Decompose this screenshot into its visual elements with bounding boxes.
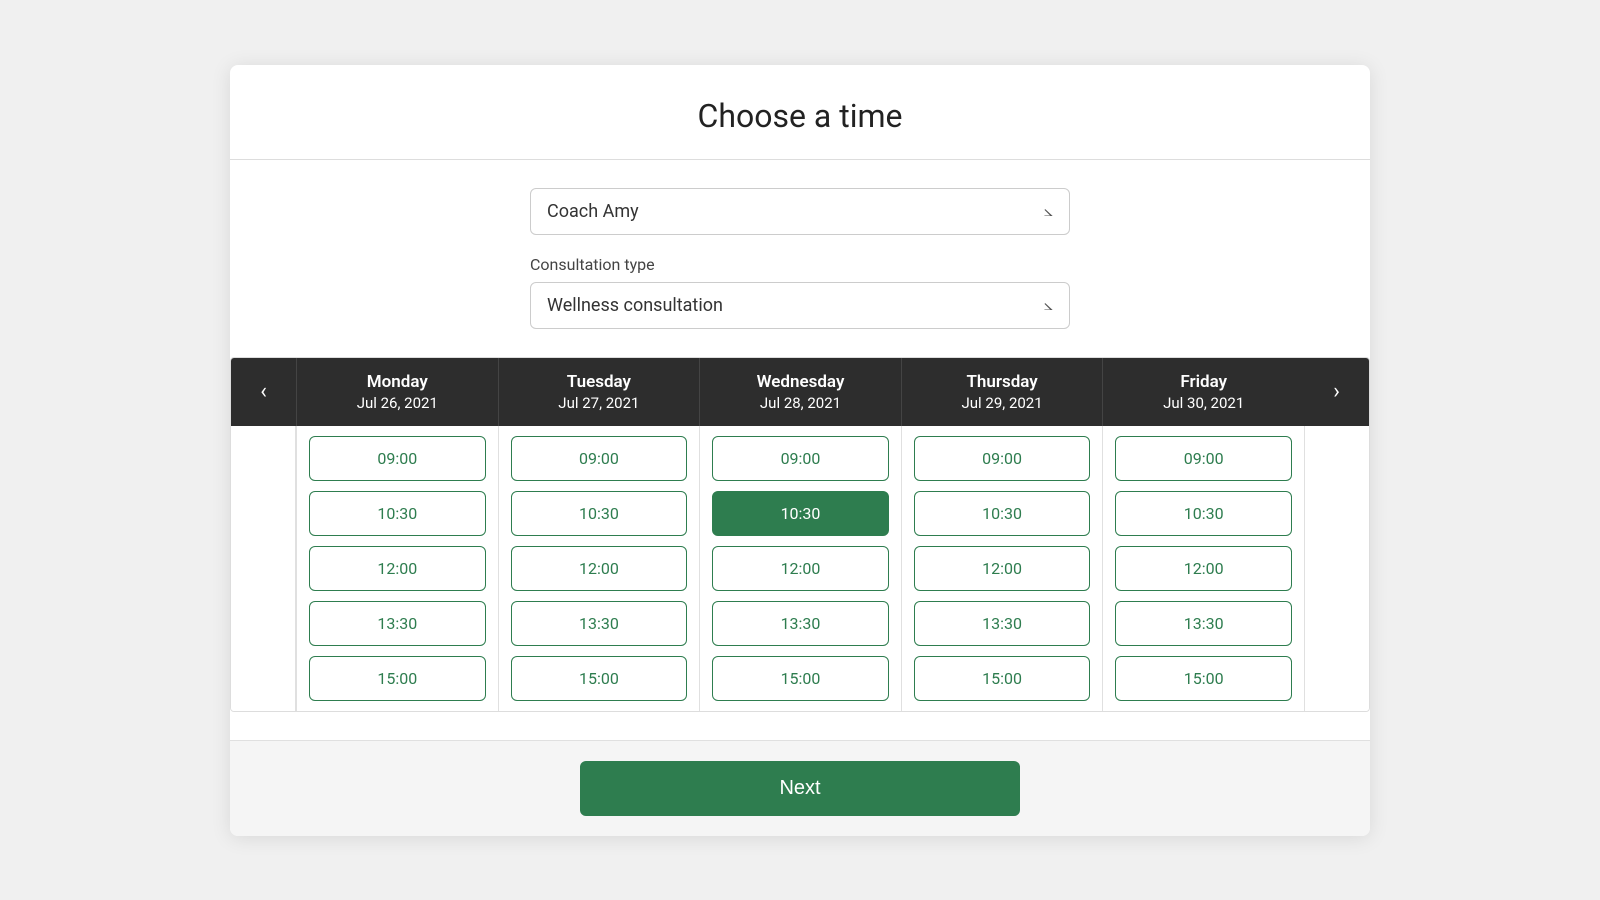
divider [230, 159, 1370, 160]
time-slot[interactable]: 15:00 [309, 656, 486, 701]
calendar-body: 09:00 10:30 12:00 13:30 15:00 09:00 10:3… [231, 426, 1369, 711]
coach-dropdown-container: Coach Amy ⦣ [530, 188, 1070, 235]
time-slot[interactable]: 09:00 [914, 436, 1091, 481]
time-slot-selected[interactable]: 10:30 [712, 491, 889, 536]
calendar-header: ‹ Monday Jul 26, 2021 Tuesday Jul 27, 20… [231, 358, 1369, 426]
right-spacer [1304, 426, 1369, 711]
time-slot[interactable]: 15:00 [511, 656, 688, 701]
time-slot[interactable]: 09:00 [309, 436, 486, 481]
day-header-monday: Monday Jul 26, 2021 [296, 358, 498, 426]
consultation-type-section: Consultation type Wellness consultation … [270, 255, 1330, 329]
time-slot[interactable]: 09:00 [712, 436, 889, 481]
time-slot[interactable]: 13:30 [1115, 601, 1292, 646]
modal-footer: Next [230, 740, 1370, 836]
consultation-type-dropdown[interactable]: Wellness consultation ⦣ [530, 282, 1070, 329]
day-header-thursday: Thursday Jul 29, 2021 [901, 358, 1103, 426]
time-slot[interactable]: 13:30 [511, 601, 688, 646]
time-slot[interactable]: 10:30 [914, 491, 1091, 536]
left-spacer [231, 426, 296, 711]
time-slot[interactable]: 13:30 [914, 601, 1091, 646]
friday-column: 09:00 10:30 12:00 13:30 15:00 [1102, 426, 1304, 711]
time-slot[interactable]: 15:00 [914, 656, 1091, 701]
prev-week-button[interactable]: ‹ [231, 358, 296, 426]
tuesday-column: 09:00 10:30 12:00 13:30 15:00 [498, 426, 700, 711]
time-slot[interactable]: 13:30 [309, 601, 486, 646]
time-slot[interactable]: 12:00 [712, 546, 889, 591]
next-button[interactable]: Next [580, 761, 1020, 816]
consultation-type-dropdown-container: Wellness consultation ⦣ [530, 282, 1070, 329]
monday-column: 09:00 10:30 12:00 13:30 15:00 [296, 426, 498, 711]
time-slot[interactable]: 10:30 [1115, 491, 1292, 536]
time-slot[interactable]: 15:00 [1115, 656, 1292, 701]
chevron-down-icon: ⦣ [1044, 201, 1053, 221]
time-slot[interactable]: 10:30 [309, 491, 486, 536]
wednesday-column: 09:00 10:30 12:00 13:30 15:00 [699, 426, 901, 711]
time-slot[interactable]: 12:00 [1115, 546, 1292, 591]
time-slot[interactable]: 13:30 [712, 601, 889, 646]
time-slot[interactable]: 09:00 [1115, 436, 1292, 481]
time-slot[interactable]: 12:00 [511, 546, 688, 591]
consultation-type-value: Wellness consultation [547, 295, 723, 316]
page-title: Choose a time [270, 97, 1330, 135]
time-slot[interactable]: 09:00 [511, 436, 688, 481]
modal-body: Choose a time Coach Amy ⦣ Consultation t… [230, 65, 1370, 712]
time-slot[interactable]: 12:00 [914, 546, 1091, 591]
calendar: ‹ Monday Jul 26, 2021 Tuesday Jul 27, 20… [230, 357, 1370, 712]
coach-dropdown-value: Coach Amy [547, 201, 639, 222]
consultation-type-label: Consultation type [530, 255, 1070, 274]
day-header-tuesday: Tuesday Jul 27, 2021 [498, 358, 700, 426]
booking-modal: Choose a time Coach Amy ⦣ Consultation t… [230, 65, 1370, 836]
day-header-wednesday: Wednesday Jul 28, 2021 [699, 358, 901, 426]
chevron-down-icon: ⦣ [1044, 295, 1053, 315]
next-week-button[interactable]: › [1304, 358, 1369, 426]
time-slot[interactable]: 10:30 [511, 491, 688, 536]
time-slot[interactable]: 12:00 [309, 546, 486, 591]
coach-dropdown[interactable]: Coach Amy ⦣ [530, 188, 1070, 235]
time-slot[interactable]: 15:00 [712, 656, 889, 701]
coach-dropdown-wrapper: Coach Amy ⦣ [270, 188, 1330, 235]
day-header-friday: Friday Jul 30, 2021 [1102, 358, 1304, 426]
thursday-column: 09:00 10:30 12:00 13:30 15:00 [901, 426, 1103, 711]
